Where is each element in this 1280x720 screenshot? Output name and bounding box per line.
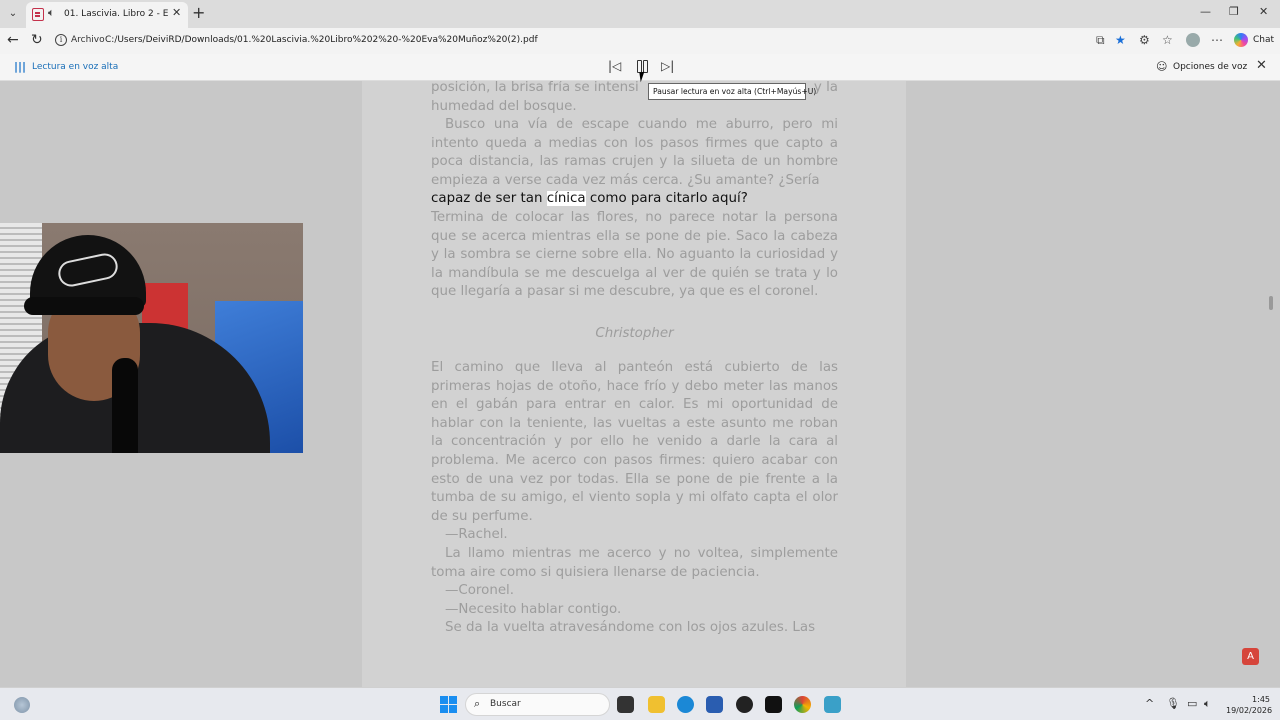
- translate-icon[interactable]: ⧉: [1096, 33, 1105, 48]
- favorites-icon[interactable]: ☆: [1162, 33, 1173, 47]
- capcut-icon[interactable]: [765, 696, 782, 713]
- back-icon[interactable]: ←: [7, 32, 19, 48]
- next-icon[interactable]: ▷|: [661, 59, 674, 73]
- search-icon: ⌕: [474, 697, 481, 710]
- read-aloud-close-icon[interactable]: ✕: [1256, 58, 1267, 73]
- new-tab-icon[interactable]: +: [192, 3, 205, 22]
- edge-icon[interactable]: [677, 696, 694, 713]
- store-icon[interactable]: [706, 696, 723, 713]
- paragraph-current: Busco una vía de escape cuando me aburro…: [431, 116, 838, 209]
- info-icon[interactable]: i: [55, 34, 67, 46]
- tab-active[interactable]: 🔈︎ 01. Lascivia. Libro 2 - Eva Mu ✕: [26, 2, 188, 28]
- read-aloud-label: Lectura en voz alta: [32, 62, 119, 72]
- voice-options-icon[interactable]: ☺: [1156, 60, 1167, 73]
- tray-chevron-icon[interactable]: ^: [1145, 697, 1154, 710]
- network-icon[interactable]: ▭: [1187, 697, 1197, 710]
- more-icon[interactable]: ⋯: [1211, 33, 1223, 47]
- tab-title: 01. Lascivia. Libro 2 - Eva Mu: [64, 9, 168, 19]
- scrollbar-thumb[interactable]: [1269, 296, 1273, 310]
- widgets-icon[interactable]: [14, 697, 30, 713]
- extensions-icon[interactable]: ⚙: [1139, 33, 1150, 47]
- address-scheme-label: Archivo: [71, 35, 105, 45]
- volume-icon[interactable]: 🔈︎: [1204, 697, 1211, 711]
- clock[interactable]: 1:45 19/02/2026: [1226, 694, 1272, 716]
- tab-actions-chevron-icon[interactable]: ⌄: [4, 5, 22, 23]
- minimize-icon[interactable]: —: [1200, 5, 1211, 18]
- taskbar-search-input[interactable]: ⌕ Buscar: [465, 693, 610, 716]
- address-url[interactable]: C:/Users/DeiviRD/Downloads/01.%20Lascivi…: [105, 35, 538, 45]
- taskbar: ⌕ Buscar ^ 🎙︎ ▭ 🔈︎ 1:45 19/02/2026: [0, 687, 1280, 720]
- adobe-pdf-icon[interactable]: A: [1242, 648, 1259, 665]
- pdf-icon: [32, 8, 44, 21]
- chapter-heading: Christopher: [595, 326, 674, 341]
- copilot-icon[interactable]: [1234, 33, 1248, 47]
- voice-options-button[interactable]: Opciones de voz: [1173, 62, 1247, 72]
- paragraph-4: El camino que lleva al panteón está cubi…: [431, 360, 838, 636]
- task-view-icon[interactable]: [617, 696, 634, 713]
- chrome-icon[interactable]: [794, 696, 811, 713]
- obs-icon[interactable]: [736, 696, 753, 713]
- current-sentence: capaz de ser tan cínica como para citarl…: [431, 191, 748, 207]
- restore-icon[interactable]: ❐: [1229, 5, 1239, 18]
- file-explorer-icon[interactable]: [648, 696, 665, 713]
- pause-tooltip: Pausar lectura en voz alta (Ctrl+Mayús+U…: [648, 83, 816, 100]
- start-icon[interactable]: [440, 696, 457, 713]
- current-word: cínica: [546, 191, 586, 207]
- previous-icon[interactable]: |◁: [608, 59, 621, 73]
- app-window-icon[interactable]: [824, 696, 841, 713]
- tab-close-icon[interactable]: ✕: [172, 6, 181, 19]
- profile-avatar[interactable]: [1186, 33, 1200, 47]
- tab-bar: ⌄ 🔈︎ 01. Lascivia. Libro 2 - Eva Mu ✕ + …: [0, 0, 1280, 28]
- read-aloud-icon: |||: [14, 60, 27, 73]
- refresh-icon[interactable]: ↻: [31, 32, 43, 48]
- favorite-star-icon[interactable]: ★: [1115, 33, 1126, 47]
- microphone-icon[interactable]: 🎙︎: [1166, 697, 1180, 710]
- close-window-icon[interactable]: ✕: [1259, 5, 1268, 18]
- address-bar: ← ↻ i Archivo C:/Users/DeiviRD/Downloads…: [0, 28, 1280, 54]
- paragraph-3: Termina de colocar las flores, no parece…: [431, 210, 838, 300]
- chat-label[interactable]: Chat: [1253, 35, 1274, 45]
- speaker-icon[interactable]: 🔈︎: [48, 6, 55, 20]
- webcam-overlay: [0, 223, 303, 453]
